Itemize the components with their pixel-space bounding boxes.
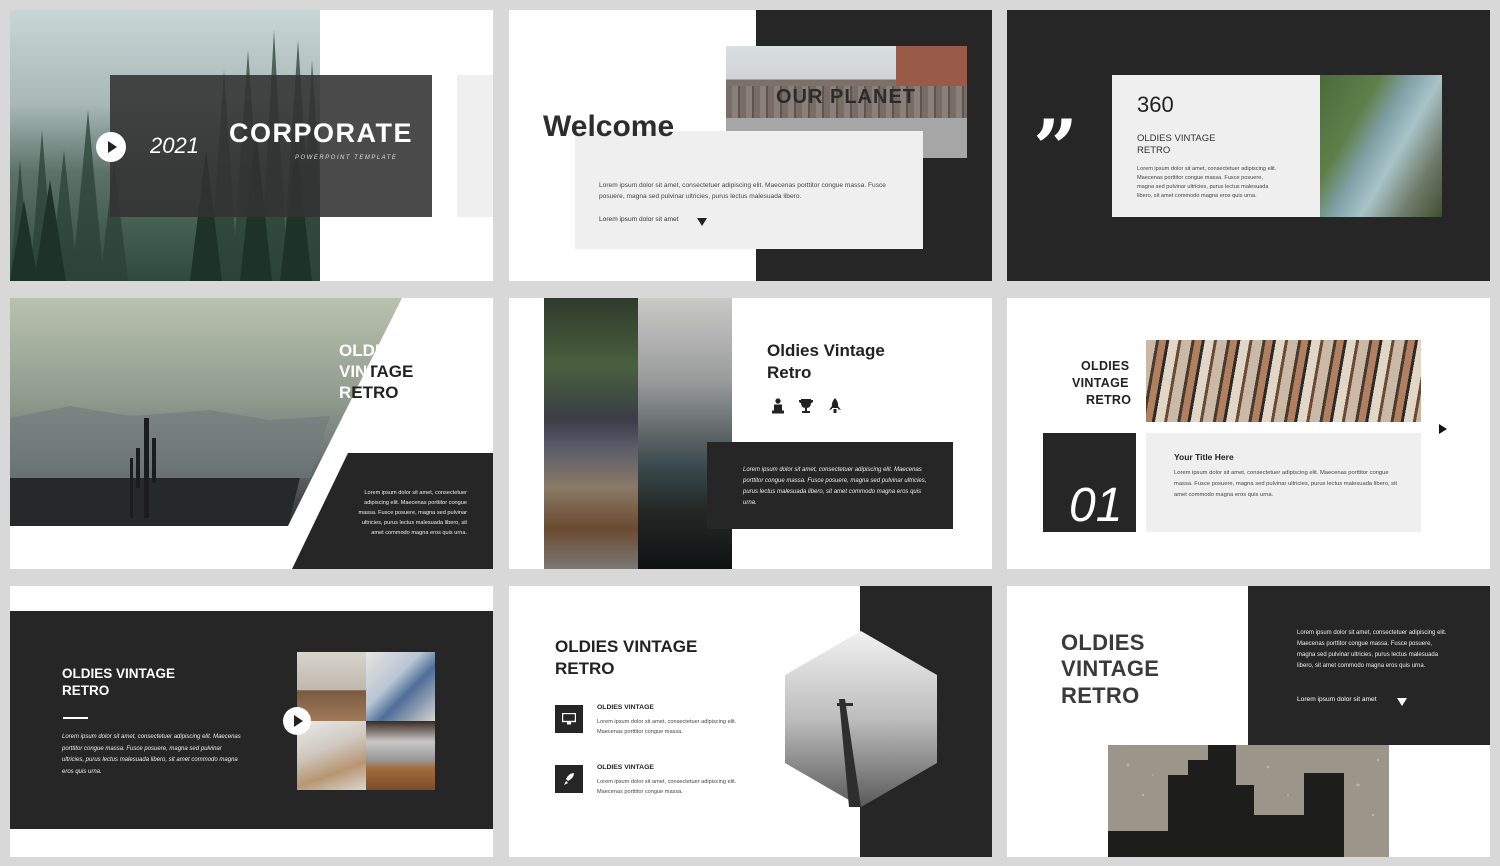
quote-icon: ” (1033, 103, 1078, 194)
slide-title: Welcome (543, 110, 675, 143)
play-button[interactable] (283, 707, 311, 735)
side-strip (457, 75, 493, 217)
slide-title-line-2: RETRO (555, 659, 615, 678)
chevron-down-icon[interactable] (1397, 698, 1407, 706)
body-text: Lorem ipsum dolor sit amet, consectetuer… (599, 182, 886, 200)
heading-line-1: OLDIES VINTAGE (1137, 133, 1216, 144)
heading-line-1: OLDIES (1081, 359, 1130, 373)
chevron-down-icon[interactable] (697, 218, 707, 226)
rocket-icon (555, 765, 583, 793)
slide-4-desert[interactable]: OLDIES VINTAGE RETRO Lorem ipsum dolor s… (10, 298, 493, 569)
body-text: Lorem ipsum dolor sit amet, consectetuer… (743, 467, 927, 506)
year-label: 2021 (150, 133, 199, 158)
heading-line-3: RETRO (1086, 393, 1132, 407)
body-text: Lorem ipsum dolor sit amet, consectetuer… (358, 490, 467, 536)
item-1-title: OLDIES VINTAGE (597, 704, 654, 711)
link-text[interactable]: Lorem ipsum dolor sit amet (1297, 696, 1377, 703)
title-line-3: RETRO (339, 383, 399, 402)
slide-1-corporate[interactable]: 2021 CORPORATE POWERPOINT TEMPLATE (10, 10, 493, 281)
number-label: 01 (1069, 479, 1123, 532)
slide-3-quote[interactable]: ” 360 OLDIES VINTAGE RETRO Lorem ipsum d… (1007, 10, 1490, 281)
slide-2-welcome[interactable]: OUR PLANET Welcome Lorem ipsum dolor sit… (509, 10, 992, 281)
slide-title-line-1: OLDIES VINTAGE (62, 666, 176, 681)
title-line-2: VINTAGE (339, 362, 414, 381)
hexagon-pier-photo (785, 631, 937, 807)
coast-photo (1320, 75, 1442, 217)
slide-subtitle: POWERPOINT TEMPLATE (295, 155, 398, 161)
play-button[interactable] (96, 132, 126, 162)
graffiti-text: OUR PLANET (776, 86, 916, 108)
slide-8-hexagon[interactable]: OLDIES VINTAGE RETRO OLDIES VINTAGE Lore… (509, 586, 992, 857)
chevron-right-icon[interactable] (1439, 424, 1447, 434)
slide-5-interior[interactable]: Oldies Vintage Retro Lorem ipsum dolor s… (509, 298, 992, 569)
divider (63, 717, 88, 719)
office-photo-grid (297, 652, 435, 790)
title-line-1: OLDIES (339, 341, 403, 360)
slide-6-number[interactable]: OLDIES VINTAGE RETRO 01 Your Title Here … (1007, 298, 1490, 569)
slide-title-line-2: Retro (767, 363, 812, 382)
rainy-city-photo (1108, 745, 1389, 857)
trophy-icon (799, 399, 813, 413)
card-title: Your Title Here (1174, 452, 1234, 462)
slide-9-city[interactable]: OLDIES VINTAGE RETRO Lorem ipsum dolor s… (1007, 586, 1490, 857)
slide-title-line-2: RETRO (62, 683, 110, 698)
card-body: Lorem ipsum dolor sit amet, consectetuer… (1174, 470, 1397, 498)
heading-line-2: VINTAGE (1072, 376, 1129, 390)
body-text: Lorem ipsum dolor sit amet, consectetuer… (1297, 630, 1447, 669)
slide-title-line-1: Oldies Vintage (767, 341, 885, 360)
monitor-icon (555, 705, 583, 733)
slide-title-line-2: VINTAGE (1061, 656, 1160, 681)
heading-line-2: RETRO (1137, 145, 1171, 156)
rocket-icon (829, 398, 841, 413)
item-2-body: Lorem ipsum dolor sit amet, consectetuer… (597, 779, 737, 795)
item-2-title: OLDIES VINTAGE (597, 764, 654, 771)
slide-title-line-3: RETRO (1061, 683, 1140, 708)
slide-title-line-1: OLDIES VINTAGE (555, 637, 698, 656)
slide-7-office[interactable]: OLDIES VINTAGE RETRO Lorem ipsum dolor s… (10, 586, 493, 857)
item-1-body: Lorem ipsum dolor sit amet, consectetuer… (597, 719, 737, 735)
paint-brushes-photo (1146, 340, 1421, 422)
slide-title: CORPORATE (229, 118, 414, 148)
interior-photo (544, 298, 638, 569)
body-text: Lorem ipsum dolor sit amet, consectetuer… (62, 734, 241, 775)
body-text: Lorem ipsum dolor sit amet, consectetuer… (1137, 166, 1277, 199)
person-icon (772, 398, 784, 414)
link-text[interactable]: Lorem ipsum dolor sit amet (599, 216, 679, 223)
number-stat: 360 (1137, 92, 1174, 117)
slide-title-line-1: OLDIES (1061, 630, 1145, 655)
